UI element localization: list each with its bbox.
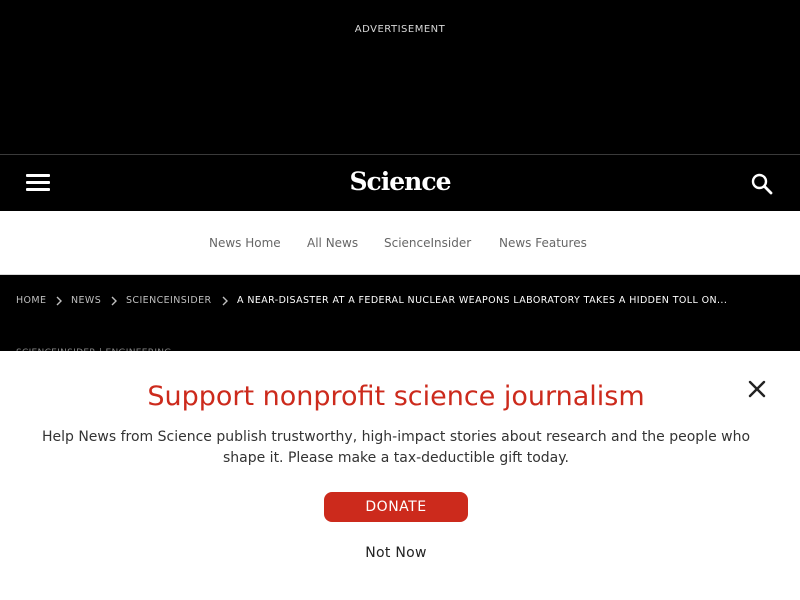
news-subnav: News Home All News ScienceInsider News F…	[0, 211, 800, 275]
science-logo[interactable]: Science	[340, 167, 460, 196]
subnav-scienceinsider[interactable]: ScienceInsider	[384, 236, 471, 250]
modal-title: Support nonprofit science journalism	[147, 381, 645, 412]
advertisement-label: ADVERTISEMENT	[354, 24, 446, 35]
breadcrumb-news[interactable]: NEWS	[71, 295, 101, 306]
breadcrumb-scienceinsider[interactable]: SCIENCEINSIDER	[126, 295, 211, 306]
donation-modal: Support nonprofit science journalism Hel…	[0, 351, 800, 600]
search-icon[interactable]	[749, 171, 775, 197]
breadcrumb: HOME NEWS SCIENCEINSIDER A NEAR-DISASTER…	[0, 275, 800, 355]
advertisement-area: ADVERTISEMENT	[0, 0, 800, 154]
hamburger-menu-icon[interactable]	[24, 170, 52, 196]
chevron-right-icon	[222, 296, 228, 306]
subnav-news-home[interactable]: News Home	[209, 236, 281, 250]
modal-body-text: Help News from Science publish trustwort…	[41, 429, 751, 466]
subnav-all-news[interactable]: All News	[307, 236, 358, 250]
breadcrumb-home[interactable]: HOME	[16, 295, 46, 306]
site-header: Science	[0, 154, 800, 211]
donate-button[interactable]: DONATE	[324, 492, 468, 522]
chevron-right-icon	[111, 296, 117, 306]
not-now-button[interactable]: Not Now	[0, 545, 792, 561]
chevron-right-icon	[56, 296, 62, 306]
subnav-news-features[interactable]: News Features	[499, 236, 587, 250]
breadcrumb-current-article: A NEAR-DISASTER AT A FEDERAL NUCLEAR WEA…	[237, 295, 728, 306]
